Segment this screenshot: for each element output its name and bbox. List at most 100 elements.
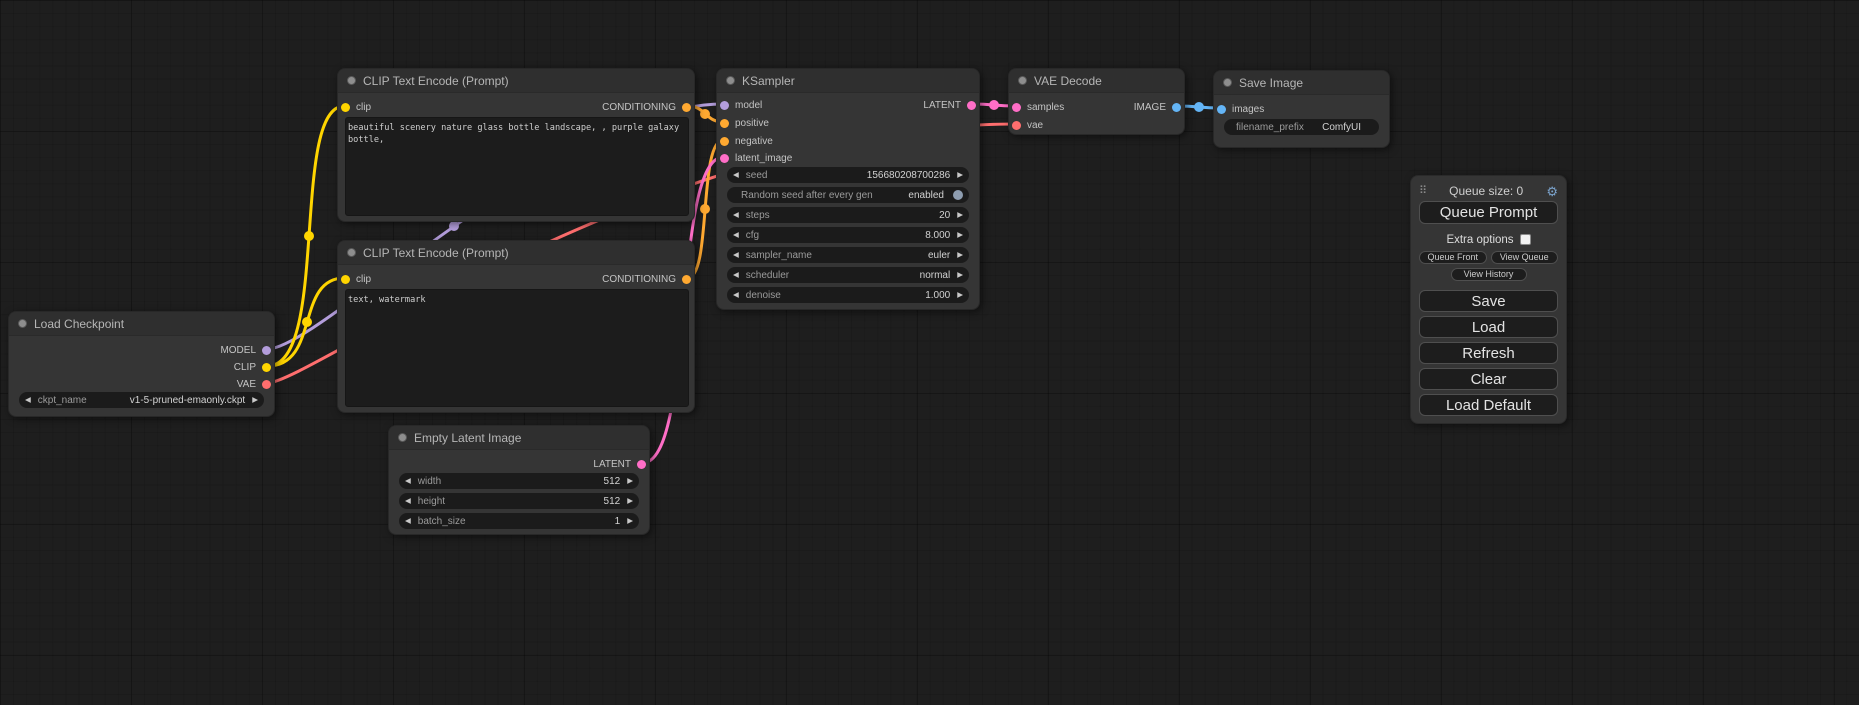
random-seed-toggle-icon[interactable] [953, 190, 963, 200]
widget-ckpt-name[interactable]: ◀ ckpt_name v1-5-pruned-emaonly.ckpt ▶ [19, 392, 264, 408]
node-title-bar[interactable]: CLIP Text Encode (Prompt) [338, 69, 694, 93]
clip-output-dot[interactable] [262, 363, 271, 372]
widget-width[interactable]: ◀ width 512 ▶ [399, 473, 639, 489]
node-title-bar[interactable]: Save Image [1214, 71, 1389, 95]
wire-clip-positive [268, 106, 345, 366]
node-title-bar[interactable]: Load Checkpoint [9, 312, 274, 336]
view-history-button[interactable]: View History [1451, 268, 1527, 281]
decrement-arrow-icon[interactable]: ◀ [733, 251, 739, 259]
queue-prompt-button[interactable]: Queue Prompt [1419, 201, 1558, 224]
widget-steps[interactable]: ◀ steps 20 ▶ [727, 207, 969, 223]
image-output-dot[interactable] [1172, 103, 1181, 112]
decrement-arrow-icon[interactable]: ◀ [25, 396, 31, 404]
collapse-dot-icon[interactable] [347, 76, 356, 85]
settings-gear-icon[interactable]: ⚙ [1546, 185, 1558, 198]
increment-arrow-icon[interactable]: ▶ [957, 211, 963, 219]
negative-prompt-textarea[interactable]: text, watermark [345, 289, 689, 407]
widget-filename-prefix[interactable]: filename_prefix ComfyUI [1224, 119, 1379, 135]
widget-random-seed[interactable]: Random seed after every gen enabled [727, 187, 969, 203]
decrement-arrow-icon[interactable]: ◀ [733, 271, 739, 279]
input-slot-clip: clip [341, 274, 371, 285]
node-clip-text-encode-negative: CLIP Text Encode (Prompt) clip CONDITION… [337, 240, 695, 413]
view-queue-button[interactable]: View Queue [1491, 251, 1559, 264]
positive-prompt-textarea[interactable]: beautiful scenery nature glass bottle la… [345, 117, 689, 216]
decrement-arrow-icon[interactable]: ◀ [405, 477, 411, 485]
decrement-arrow-icon[interactable]: ◀ [733, 231, 739, 239]
widget-value: ComfyUI [1308, 122, 1361, 133]
load-button[interactable]: Load [1419, 316, 1558, 338]
slot-row: model LATENT [717, 97, 979, 113]
slot-label: clip [356, 102, 371, 113]
input-slot-model: model [720, 100, 762, 111]
increment-arrow-icon[interactable]: ▶ [252, 396, 258, 404]
latent-output-dot[interactable] [967, 101, 976, 110]
drag-handle-icon[interactable]: ⠿ [1419, 186, 1426, 197]
conditioning-output-dot[interactable] [682, 103, 691, 112]
node-title-bar[interactable]: KSampler [717, 69, 979, 93]
widget-height[interactable]: ◀ height 512 ▶ [399, 493, 639, 509]
conditioning-output-dot[interactable] [682, 275, 691, 284]
images-input-dot[interactable] [1217, 105, 1226, 114]
widget-scheduler[interactable]: ◀ scheduler normal ▶ [727, 267, 969, 283]
output-slot-conditioning: CONDITIONING [602, 274, 691, 285]
model-input-dot[interactable] [720, 101, 729, 110]
increment-arrow-icon[interactable]: ▶ [627, 477, 633, 485]
slot-row: clip CONDITIONING [338, 99, 694, 115]
node-title-bar[interactable]: CLIP Text Encode (Prompt) [338, 241, 694, 265]
samples-input-dot[interactable] [1012, 103, 1021, 112]
link-midpoint-dot [700, 109, 710, 119]
negative-input-dot[interactable] [720, 137, 729, 146]
increment-arrow-icon[interactable]: ▶ [627, 517, 633, 525]
decrement-arrow-icon[interactable]: ◀ [733, 171, 739, 179]
vae-input-dot[interactable] [1012, 121, 1021, 130]
increment-arrow-icon[interactable]: ▶ [957, 271, 963, 279]
clear-button[interactable]: Clear [1419, 368, 1558, 390]
node-title-bar[interactable]: Empty Latent Image [389, 426, 649, 450]
decrement-arrow-icon[interactable]: ◀ [405, 497, 411, 505]
decrement-arrow-icon[interactable]: ◀ [733, 211, 739, 219]
graph-canvas[interactable]: Load Checkpoint MODEL CLIP VAE ◀ ckpt_na… [0, 0, 1859, 705]
positive-input-dot[interactable] [720, 119, 729, 128]
widget-sampler-name[interactable]: ◀ sampler_name euler ▶ [727, 247, 969, 263]
link-midpoint-dot [700, 204, 710, 214]
node-clip-text-encode-positive: CLIP Text Encode (Prompt) clip CONDITION… [337, 68, 695, 222]
increment-arrow-icon[interactable]: ▶ [957, 291, 963, 299]
collapse-dot-icon[interactable] [18, 319, 27, 328]
decrement-arrow-icon[interactable]: ◀ [405, 517, 411, 525]
widget-denoise[interactable]: ◀ denoise 1.000 ▶ [727, 287, 969, 303]
collapse-dot-icon[interactable] [398, 433, 407, 442]
queue-panel: ⠿ Queue size: 0 ⚙ Queue Prompt Extra opt… [1410, 175, 1567, 424]
vae-output-dot[interactable] [262, 380, 271, 389]
widget-seed[interactable]: ◀ seed 156680208700286 ▶ [727, 167, 969, 183]
queue-front-button[interactable]: Queue Front [1419, 251, 1487, 264]
link-midpoint-dot [449, 221, 459, 231]
wire-clip-negative [268, 278, 345, 366]
extra-options-checkbox[interactable] [1520, 234, 1531, 245]
node-title-bar[interactable]: VAE Decode [1009, 69, 1184, 93]
collapse-dot-icon[interactable] [347, 248, 356, 257]
widget-name: ckpt_name [38, 395, 87, 406]
increment-arrow-icon[interactable]: ▶ [957, 171, 963, 179]
widget-name: height [418, 496, 445, 507]
clip-input-dot[interactable] [341, 103, 350, 112]
refresh-button[interactable]: Refresh [1419, 342, 1558, 364]
increment-arrow-icon[interactable]: ▶ [627, 497, 633, 505]
decrement-arrow-icon[interactable]: ◀ [733, 291, 739, 299]
collapse-dot-icon[interactable] [726, 76, 735, 85]
clip-input-dot[interactable] [341, 275, 350, 284]
collapse-dot-icon[interactable] [1018, 76, 1027, 85]
widget-value: 512 [449, 496, 620, 507]
widget-batch-size[interactable]: ◀ batch_size 1 ▶ [399, 513, 639, 529]
save-button[interactable]: Save [1419, 290, 1558, 312]
slot-label: clip [356, 274, 371, 285]
widget-value: 156680208700286 [771, 170, 950, 181]
latent-output-dot[interactable] [637, 460, 646, 469]
widget-cfg[interactable]: ◀ cfg 8.000 ▶ [727, 227, 969, 243]
load-default-button[interactable]: Load Default [1419, 394, 1558, 416]
latent-image-input-dot[interactable] [720, 154, 729, 163]
increment-arrow-icon[interactable]: ▶ [957, 251, 963, 259]
model-output-dot[interactable] [262, 346, 271, 355]
increment-arrow-icon[interactable]: ▶ [957, 231, 963, 239]
collapse-dot-icon[interactable] [1223, 78, 1232, 87]
extra-options-row: Extra options [1419, 233, 1558, 246]
